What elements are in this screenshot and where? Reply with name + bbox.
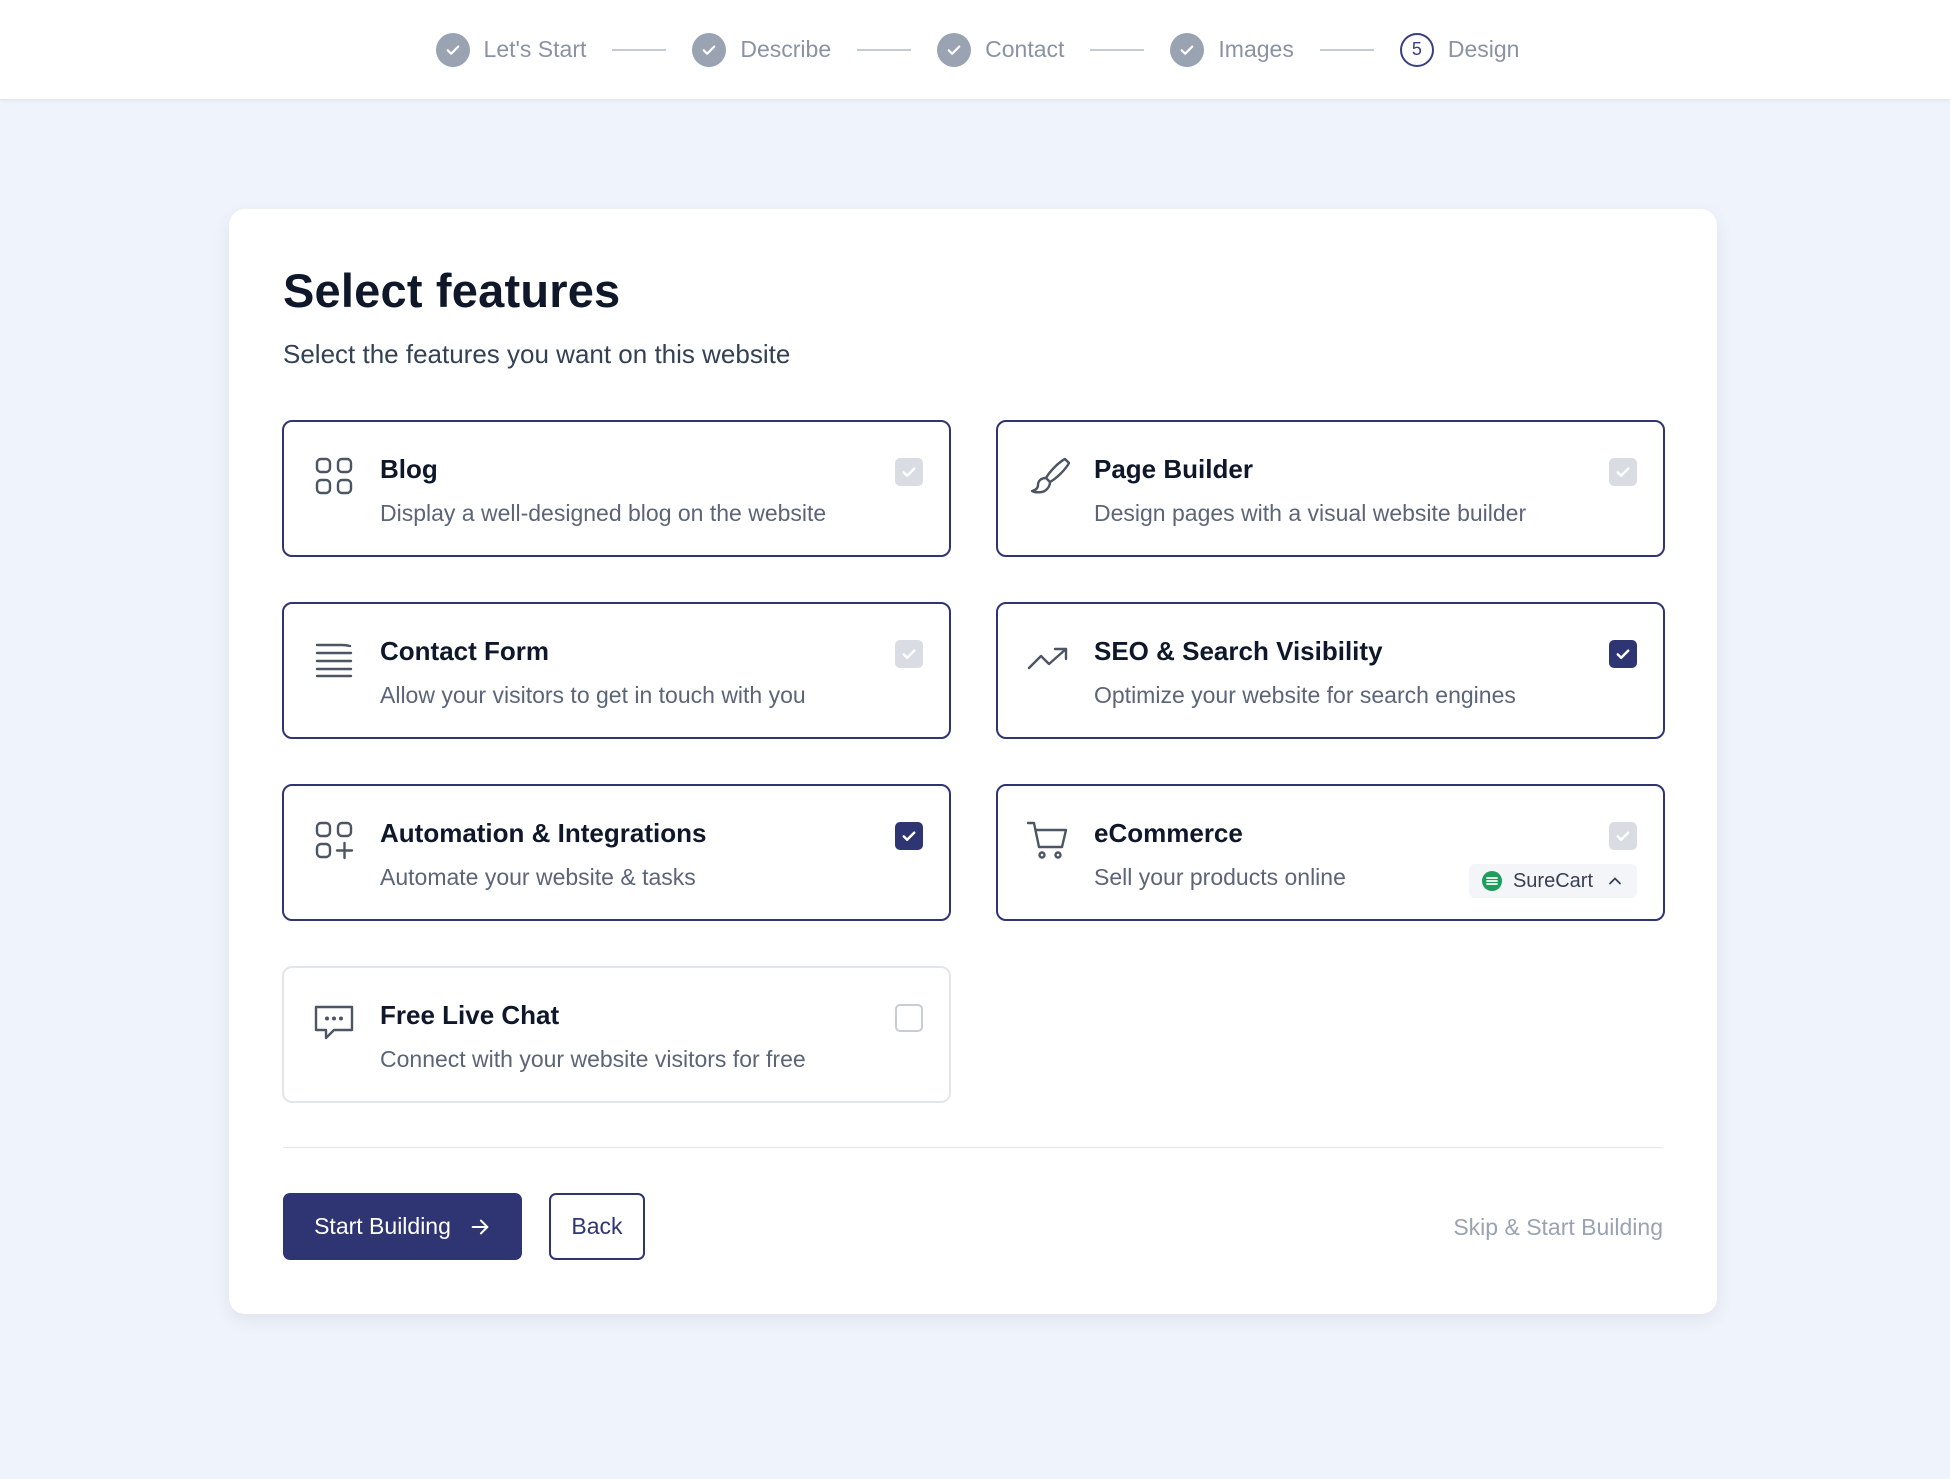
back-button[interactable]: Back — [549, 1193, 645, 1260]
step-label: Design — [1447, 36, 1520, 62]
feature-description: Connect with your website visitors for f… — [380, 1046, 806, 1072]
feature-checkbox-locked[interactable] — [895, 458, 923, 486]
cart-icon — [1026, 818, 1070, 862]
features-card: Select features Select the features you … — [229, 209, 1717, 1314]
feature-card-seo[interactable]: SEO & Search Visibility Optimize your we… — [996, 602, 1665, 739]
feature-title: eCommerce — [1094, 818, 1243, 848]
feature-card-live-chat[interactable]: Free Live Chat Connect with your website… — [282, 966, 951, 1103]
step-connector — [1319, 48, 1374, 51]
start-building-label: Start Building — [314, 1213, 451, 1239]
surecart-logo-icon — [1481, 871, 1502, 891]
page-title: Select features — [283, 264, 621, 317]
feature-description: Display a well-designed blog on the webs… — [380, 500, 827, 526]
step-number: 5 — [1399, 32, 1434, 67]
feature-title: SEO & Search Visibility — [1094, 636, 1383, 666]
feature-description: Automate your website & tasks — [380, 864, 696, 890]
feature-title: Blog — [380, 454, 438, 484]
feature-card-automation[interactable]: Automation & Integrations Automate your … — [282, 784, 951, 921]
step-label: Describe — [740, 36, 832, 62]
step-connector — [612, 48, 667, 51]
feature-card-contact-form[interactable]: Contact Form Allow your visitors to get … — [282, 602, 951, 739]
page-subtitle: Select the features you want on this web… — [283, 339, 791, 369]
form-lines-icon — [312, 636, 356, 680]
feature-card-blog[interactable]: Blog Display a well-designed blog on the… — [282, 420, 951, 557]
step-lets-start[interactable]: Let's Start — [435, 32, 587, 67]
check-circle-icon — [937, 32, 972, 67]
arrow-right-icon — [471, 1219, 489, 1234]
brush-icon — [1026, 454, 1071, 498]
feature-title: Page Builder — [1094, 454, 1253, 484]
step-label: Let's Start — [483, 36, 587, 62]
blocks-icon — [312, 454, 356, 498]
feature-description: Sell your products online — [1094, 864, 1346, 890]
start-building-button[interactable]: Start Building — [283, 1193, 522, 1260]
trending-up-icon — [1026, 636, 1070, 680]
feature-title: Contact Form — [380, 636, 549, 666]
feature-checkbox-checked[interactable] — [895, 822, 923, 850]
squares-plus-icon — [312, 818, 356, 862]
feature-checkbox-unchecked[interactable] — [895, 1004, 923, 1032]
step-label: Contact — [985, 36, 1065, 62]
step-images[interactable]: Images — [1170, 32, 1294, 67]
step-connector — [857, 48, 912, 51]
step-describe[interactable]: Describe — [692, 32, 832, 67]
chat-bubble-icon — [312, 1000, 356, 1044]
skip-and-start-link[interactable]: Skip & Start Building — [1453, 1214, 1663, 1241]
check-circle-icon — [692, 32, 727, 67]
feature-description: Design pages with a visual website build… — [1094, 500, 1527, 526]
check-circle-icon — [1170, 32, 1205, 67]
feature-card-page-builder[interactable]: Page Builder Design pages with a visual … — [996, 420, 1665, 557]
plugin-name: SureCart — [1512, 869, 1593, 892]
feature-title: Automation & Integrations — [380, 818, 707, 848]
onboarding-stepper: Let's Start Describe Contact Images 5 De… — [0, 0, 1950, 100]
chevron-up-icon — [1609, 877, 1621, 885]
feature-checkbox-locked[interactable] — [1609, 822, 1637, 850]
feature-checkbox-locked[interactable] — [895, 640, 923, 668]
feature-title: Free Live Chat — [380, 1000, 560, 1030]
step-label: Images — [1218, 36, 1294, 62]
feature-card-ecommerce[interactable]: eCommerce Sell your products online Sure… — [996, 784, 1665, 921]
feature-checkbox-locked[interactable] — [1609, 458, 1637, 486]
feature-checkbox-checked[interactable] — [1609, 640, 1637, 668]
feature-description: Optimize your website for search engines — [1094, 682, 1516, 708]
step-connector — [1090, 48, 1145, 51]
step-design[interactable]: 5 Design — [1399, 32, 1520, 67]
plugin-selector[interactable]: SureCart — [1468, 864, 1637, 898]
divider — [283, 1147, 1663, 1148]
feature-description: Allow your visitors to get in touch with… — [380, 682, 806, 708]
step-contact[interactable]: Contact — [937, 32, 1065, 67]
check-circle-icon — [435, 32, 470, 67]
